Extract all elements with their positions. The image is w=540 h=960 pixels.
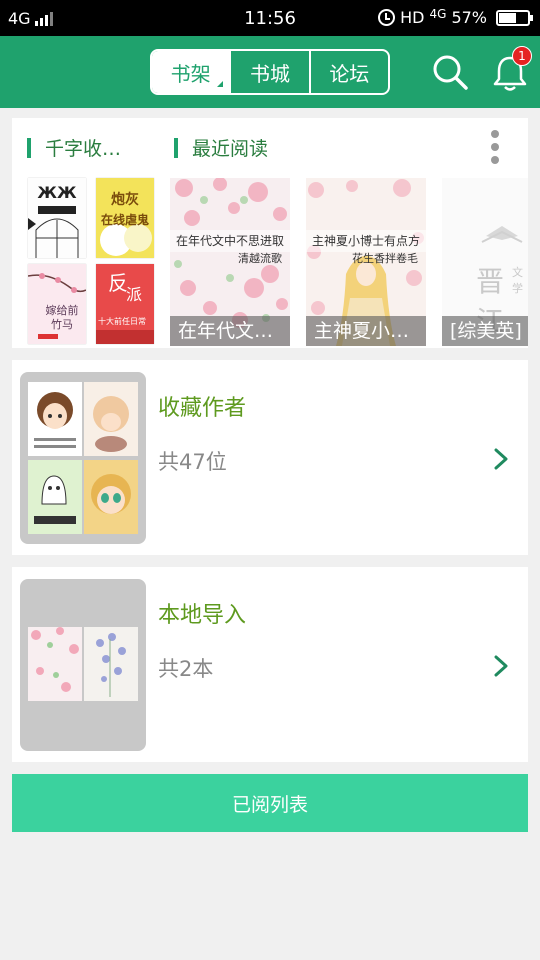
recent-book-label: [综美英] — [442, 316, 528, 346]
more-options-icon[interactable] — [490, 130, 500, 164]
svg-text:炮灰: 炮灰 — [111, 191, 139, 208]
hd-indicator: HD — [400, 8, 425, 27]
cover-art: 反 派 十大前任日常 — [96, 264, 154, 344]
bookshelf-card: 千字收… 最近阅读 ЖЖ 炮灰 在线虐鬼 嫁给前 竹马 反 派 十大前任日常 在… — [12, 118, 528, 348]
author-avatars — [28, 382, 138, 534]
svg-text:派: 派 — [126, 285, 142, 304]
app-header: 书架 书城 论坛 — [0, 36, 540, 108]
chevron-right-icon — [494, 448, 508, 470]
book-cover[interactable]: 嫁给前 竹马 — [28, 264, 86, 344]
book-cover[interactable]: ЖЖ — [28, 178, 86, 258]
recent-book-cover[interactable]: 晋江 文学 [综美英] — [442, 178, 528, 346]
heading-marker — [174, 137, 178, 158]
notification-badge: 1 — [512, 46, 532, 66]
recent-book-cover[interactable]: 主神夏小博士有点方 花生香拌卷毛 主神夏小… — [306, 178, 426, 346]
cover-art: ЖЖ — [28, 178, 86, 258]
battery-icon — [496, 9, 533, 26]
svg-text:十大前任日常: 十大前任日常 — [98, 316, 146, 326]
favorite-authors-card[interactable]: 收藏作者 共47位 — [12, 360, 528, 555]
favorite-authors-thumbnail — [20, 372, 146, 544]
cover-art: 嫁给前 竹马 — [28, 264, 86, 344]
svg-text:竹马: 竹马 — [51, 317, 73, 331]
network-type-2: 4G — [429, 6, 447, 21]
recent-title: 最近阅读 — [192, 138, 269, 160]
cover-art: 炮灰 在线虐鬼 — [96, 178, 154, 258]
recent-book-cover[interactable]: 在年代文中不思进取 清越流歌 在年代文… — [170, 178, 290, 346]
cover-author: 花生香拌卷毛 — [352, 252, 418, 265]
status-bar: 4G 11:56 HD 4G 57% — [0, 0, 540, 36]
cover-title: 主神夏小博士有点方 — [306, 230, 426, 252]
recent-book-label: 主神夏小… — [306, 316, 426, 346]
book-cover[interactable]: 炮灰 在线虐鬼 — [96, 178, 154, 258]
imported-book-covers — [28, 627, 138, 701]
tab-bookstore[interactable]: 书城 — [231, 51, 311, 93]
tab-forum[interactable]: 论坛 — [311, 51, 388, 93]
main-tabs: 书架 书城 论坛 — [150, 49, 390, 95]
alarm-icon — [378, 9, 396, 26]
search-icon[interactable] — [432, 54, 468, 90]
collection-heading[interactable]: 千字收… — [27, 134, 121, 161]
favorite-authors-count: 共47位 — [158, 450, 227, 474]
svg-text:ЖЖ: ЖЖ — [37, 183, 77, 202]
svg-text:在线虐鬼: 在线虐鬼 — [101, 212, 149, 227]
recent-book-label: 在年代文… — [170, 316, 290, 346]
local-import-count: 共2本 — [158, 657, 214, 681]
book-cover[interactable]: 反 派 十大前任日常 — [96, 264, 154, 344]
local-import-card[interactable]: 本地导入 共2本 — [12, 567, 528, 762]
heading-marker — [27, 137, 31, 158]
cover-title: 在年代文中不思进取 — [170, 230, 290, 252]
recent-heading[interactable]: 最近阅读 — [174, 134, 268, 161]
cover-author: 清越流歌 — [238, 252, 282, 265]
read-list-button[interactable]: 已阅列表 — [12, 774, 528, 832]
favorite-authors-title: 收藏作者 — [158, 396, 247, 421]
tab-bookshelf[interactable]: 书架 — [152, 51, 232, 93]
svg-text:嫁给前: 嫁给前 — [46, 303, 79, 317]
local-import-title: 本地导入 — [158, 603, 247, 628]
logo-small-text: 文学 — [512, 266, 523, 295]
battery-percent: 57% — [451, 8, 487, 27]
collection-title: 千字收… — [45, 138, 122, 160]
chevron-right-icon — [494, 655, 508, 677]
local-import-thumbnail — [20, 579, 146, 751]
